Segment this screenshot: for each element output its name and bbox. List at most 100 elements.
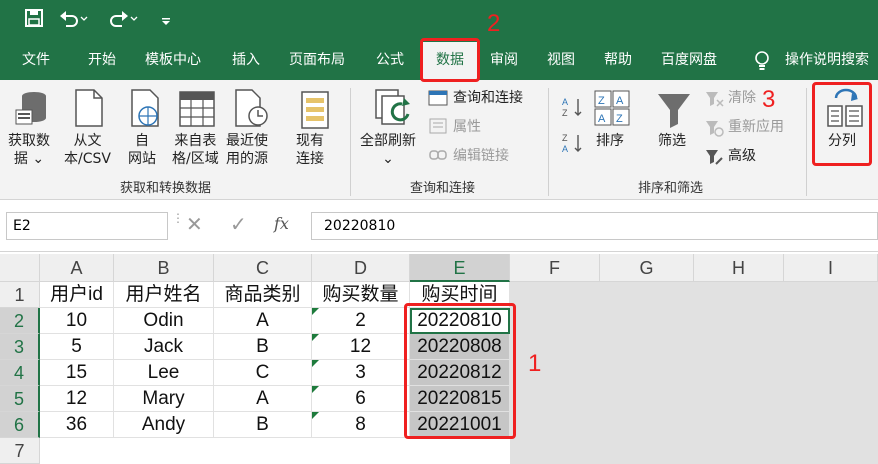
group-separator xyxy=(350,88,351,196)
filter-button[interactable]: 筛选 xyxy=(658,132,686,150)
svg-text:Z: Z xyxy=(598,95,605,107)
cell-a1[interactable]: 用户id xyxy=(40,282,114,308)
text-to-columns-button[interactable]: 分列 xyxy=(828,132,856,150)
column-header-g[interactable]: G xyxy=(600,254,694,282)
save-icon[interactable] xyxy=(24,8,44,33)
sort-asc-icon[interactable]: AZ xyxy=(562,96,584,122)
cell-e5[interactable]: 20220815 xyxy=(410,386,510,412)
existing-connections-button[interactable]: 现有 连接 xyxy=(296,132,324,168)
empty-cells-area[interactable] xyxy=(510,282,878,464)
cell-b5[interactable]: Mary xyxy=(114,386,214,412)
row-header-7[interactable]: 7 xyxy=(0,438,40,464)
tab-review[interactable]: 审阅 xyxy=(490,40,518,80)
sort-button[interactable]: 排序 xyxy=(596,132,624,150)
cell-c6[interactable]: B xyxy=(214,412,312,438)
insert-function-icon[interactable]: fx xyxy=(274,214,289,233)
cell-a2[interactable]: 10 xyxy=(40,308,114,334)
cell-a6[interactable]: 36 xyxy=(40,412,114,438)
cell-e3[interactable]: 20220808 xyxy=(410,334,510,360)
tab-help[interactable]: 帮助 xyxy=(604,40,632,80)
cancel-icon[interactable]: ✕ xyxy=(186,212,203,236)
cell-e6[interactable]: 20221001 xyxy=(410,412,510,438)
sort-desc-icon[interactable]: ZA xyxy=(562,132,584,158)
web-globe-icon xyxy=(130,88,160,132)
cell-c2[interactable]: A xyxy=(214,308,312,334)
column-header-b[interactable]: B xyxy=(114,254,214,282)
cell-e1[interactable]: 购买时间 xyxy=(410,282,510,308)
cell-c3[interactable]: B xyxy=(214,334,312,360)
row-header-4[interactable]: 4 xyxy=(0,360,40,386)
select-all-corner[interactable] xyxy=(0,254,40,282)
number-as-text-indicator xyxy=(312,334,319,341)
lightbulb-icon xyxy=(753,50,771,76)
cell-d3[interactable]: 12 xyxy=(312,334,410,360)
reapply-button[interactable]: 重新应用 xyxy=(728,117,784,137)
clear-button[interactable]: 清除 xyxy=(728,88,756,108)
tab-insert[interactable]: 插入 xyxy=(232,40,260,80)
group-separator xyxy=(806,88,807,196)
cell-b1[interactable]: 用户姓名 xyxy=(114,282,214,308)
enter-check-icon[interactable]: ✓ xyxy=(230,212,247,236)
cell-e2[interactable]: 20220810 xyxy=(410,308,510,334)
row-header-6[interactable]: 6 xyxy=(0,412,40,438)
column-header-c[interactable]: C xyxy=(214,254,312,282)
more-dots-icon: ⋮ xyxy=(172,211,184,225)
cell-b4[interactable]: Lee xyxy=(114,360,214,386)
tell-me-search[interactable]: 操作说明搜索 xyxy=(785,40,869,80)
advanced-filter-icon xyxy=(704,148,724,170)
tab-template-center[interactable]: 模板中心 xyxy=(145,40,201,80)
cell-a3[interactable]: 5 xyxy=(40,334,114,360)
cell-d1[interactable]: 购买数量 xyxy=(312,282,410,308)
column-header-e[interactable]: E xyxy=(410,254,510,282)
from-text-csv-button[interactable]: 从文 本/CSV xyxy=(64,132,111,168)
refresh-all-button[interactable]: 全部刷新 ⌄ xyxy=(360,132,416,168)
tab-data[interactable]: 数据 xyxy=(422,42,478,80)
svg-text:A: A xyxy=(598,113,606,125)
advanced-button[interactable]: 高级 xyxy=(728,146,756,166)
row-header-5[interactable]: 5 xyxy=(0,386,40,412)
from-web-button[interactable]: 自 网站 xyxy=(128,132,156,168)
row-header-1[interactable]: 1 xyxy=(0,282,40,308)
undo-icon[interactable] xyxy=(58,8,88,33)
row-header-3[interactable]: 3 xyxy=(0,334,40,360)
name-box[interactable]: E2 xyxy=(6,212,168,240)
filter-funnel-icon xyxy=(656,90,692,134)
properties-button[interactable]: 属性 xyxy=(453,117,481,137)
tab-view[interactable]: 视图 xyxy=(547,40,575,80)
queries-connections-button[interactable]: 查询和连接 xyxy=(453,88,523,108)
column-header-d[interactable]: D xyxy=(312,254,410,282)
cell-e4[interactable]: 20220812 xyxy=(410,360,510,386)
column-header-h[interactable]: H xyxy=(694,254,784,282)
cell-b2[interactable]: Odin xyxy=(114,308,214,334)
cell-b3[interactable]: Jack xyxy=(114,334,214,360)
cell-d2[interactable]: 2 xyxy=(312,308,410,334)
from-table-range-button[interactable]: 来自表 格/区域 xyxy=(172,132,219,168)
tab-baidu-netdisk[interactable]: 百度网盘 xyxy=(661,40,717,80)
get-data-button[interactable]: 获取数 据 ⌄ xyxy=(8,132,50,168)
cell-a5[interactable]: 12 xyxy=(40,386,114,412)
cell-d6[interactable]: 8 xyxy=(312,412,410,438)
cell-d5[interactable]: 6 xyxy=(312,386,410,412)
cell-c5[interactable]: A xyxy=(214,386,312,412)
recent-sources-button[interactable]: 最近使 用的源 xyxy=(226,132,268,168)
row-header-2[interactable]: 2 xyxy=(0,308,40,334)
tab-file[interactable]: 文件 xyxy=(22,40,50,80)
edit-links-button[interactable]: 编辑链接 xyxy=(453,146,509,166)
cell-d2-value: 2 xyxy=(355,310,366,331)
tab-home[interactable]: 开始 xyxy=(88,40,116,80)
cell-c1[interactable]: 商品类别 xyxy=(214,282,312,308)
redo-icon[interactable] xyxy=(108,8,138,33)
cell-c4[interactable]: C xyxy=(214,360,312,386)
cell-d4[interactable]: 3 xyxy=(312,360,410,386)
column-header-f[interactable]: F xyxy=(510,254,600,282)
formula-bar: E2 ⋮ ✕ ✓ fx 20220810 xyxy=(0,200,878,252)
column-header-a[interactable]: A xyxy=(40,254,114,282)
formula-input[interactable]: 20220810 xyxy=(311,212,878,240)
tab-page-layout[interactable]: 页面布局 xyxy=(289,40,345,80)
cell-b6[interactable]: Andy xyxy=(114,412,214,438)
cell-a4[interactable]: 15 xyxy=(40,360,114,386)
customize-qat-icon[interactable] xyxy=(160,8,172,33)
tab-formulas[interactable]: 公式 xyxy=(376,40,404,80)
svg-text:Z: Z xyxy=(616,113,623,125)
column-header-i[interactable]: I xyxy=(784,254,878,282)
